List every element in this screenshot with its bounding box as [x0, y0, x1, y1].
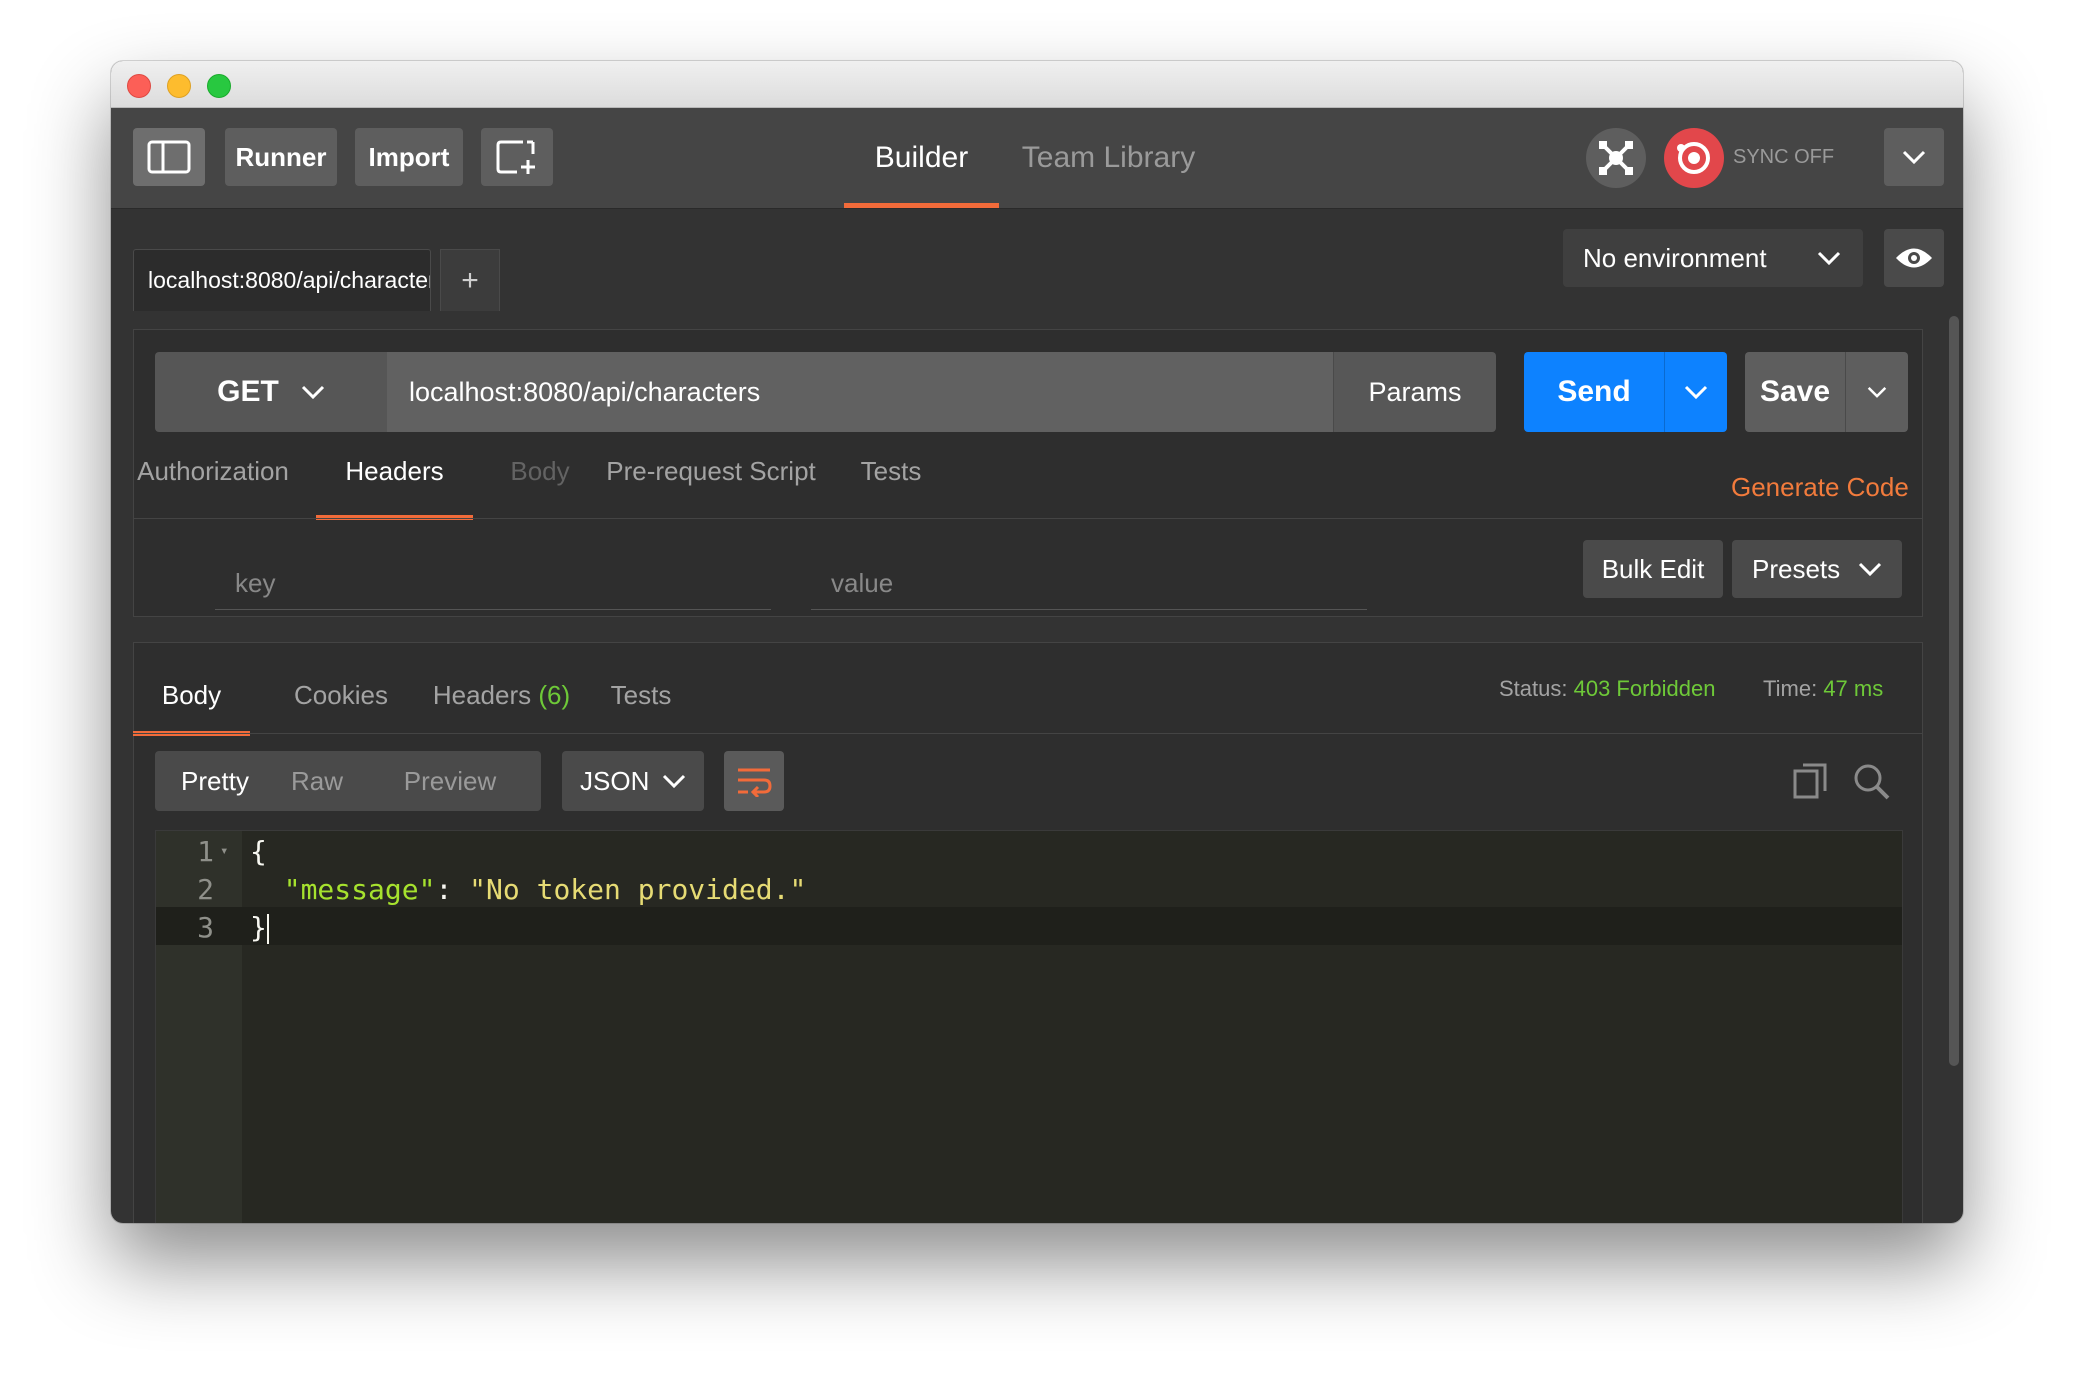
divider: [133, 518, 1923, 519]
tab-builder[interactable]: Builder: [844, 108, 999, 208]
view-mode-pretty[interactable]: Pretty: [155, 751, 275, 811]
header-value-input[interactable]: value: [811, 558, 1367, 610]
active-line-highlight: [156, 907, 1902, 945]
title-bar: [111, 61, 1963, 108]
code-line: }: [250, 911, 269, 944]
wrap-lines-button[interactable]: [724, 751, 784, 811]
save-options-button[interactable]: [1845, 352, 1908, 432]
satellite-icon: [1599, 141, 1633, 175]
response-body-editor[interactable]: 1 ▾ 2 3 { "message": "No token provided.…: [155, 830, 1903, 1223]
response-tab-body[interactable]: Body: [133, 680, 250, 736]
response-status: Status: 403 Forbidden: [1499, 676, 1716, 702]
json-brace: {: [250, 835, 267, 868]
new-window-button[interactable]: [481, 128, 553, 186]
sync-status-label: SYNC OFF: [1733, 146, 1835, 168]
wrap-lines-icon: [738, 768, 772, 797]
chevron-down-icon: [1684, 385, 1708, 399]
url-input[interactable]: localhost:8080/api/characters: [387, 352, 1333, 432]
json-separator: :: [435, 873, 470, 906]
format-select-value: JSON: [580, 765, 650, 796]
url-bar: GET localhost:8080/api/characters Params: [155, 352, 1503, 432]
line-number: 1: [197, 835, 214, 868]
copy-icon: [1793, 763, 1827, 799]
tab-tests[interactable]: Tests: [851, 456, 931, 512]
sync-ring-icon: [1677, 142, 1710, 174]
generate-code-link[interactable]: Generate Code: [1731, 472, 1909, 503]
search-icon: [1854, 764, 1890, 800]
send-options-button[interactable]: [1664, 352, 1727, 432]
tab-team-library[interactable]: Team Library: [1016, 108, 1201, 208]
runner-button[interactable]: Runner: [225, 128, 337, 186]
json-key: "message": [283, 873, 436, 906]
time-label: Time:: [1763, 676, 1818, 701]
headers-count-badge: (6): [538, 680, 571, 710]
main-toolbar: Runner Import Builder Team Library SYNC …: [111, 108, 1963, 209]
presets-label: Presets: [1752, 553, 1841, 584]
view-mode-raw[interactable]: Raw: [275, 751, 359, 811]
interceptor-button[interactable]: [1586, 128, 1646, 188]
format-select[interactable]: JSON: [562, 751, 704, 811]
chevron-down-icon: [301, 385, 324, 399]
bulk-edit-button[interactable]: Bulk Edit: [1583, 540, 1723, 598]
tab-pre-request-script[interactable]: Pre-request Script: [601, 456, 821, 512]
import-button[interactable]: Import: [355, 128, 463, 186]
add-tab-button[interactable]: +: [440, 249, 500, 311]
text-cursor: [266, 914, 269, 944]
environment-select-value: No environment: [1583, 242, 1767, 273]
chevron-down-icon: [1902, 150, 1926, 164]
line-number: 2: [197, 873, 214, 906]
tab-body[interactable]: Body: [505, 456, 575, 512]
copy-response-button[interactable]: [1791, 761, 1831, 806]
presets-dropdown[interactable]: Presets: [1732, 540, 1902, 598]
sidebar-toggle-button[interactable]: [133, 128, 205, 186]
tab-headers[interactable]: Headers: [316, 456, 473, 520]
params-button[interactable]: Params: [1333, 352, 1496, 432]
maximize-window-button[interactable]: [207, 74, 231, 98]
options-menu-button[interactable]: [1884, 128, 1944, 186]
status-value: 403 Forbidden: [1573, 676, 1716, 701]
code-line: {: [250, 835, 267, 868]
close-window-button[interactable]: [127, 74, 151, 98]
response-tab-headers-label: Headers: [432, 680, 532, 710]
chevron-down-icon: [1858, 562, 1882, 576]
line-number: 3: [197, 911, 214, 944]
method-select-value: GET: [217, 375, 279, 408]
save-button[interactable]: Save: [1745, 352, 1845, 432]
response-tab-cookies[interactable]: Cookies: [276, 680, 406, 730]
tab-authorization[interactable]: Authorization: [137, 456, 289, 512]
chevron-down-icon: [1817, 251, 1841, 265]
response-tab-headers[interactable]: Headers (6): [429, 680, 574, 730]
minimize-window-button[interactable]: [167, 74, 191, 98]
chevron-down-icon: [662, 774, 686, 788]
response-time: Time: 47 ms: [1763, 676, 1883, 702]
environment-select[interactable]: No environment: [1563, 229, 1863, 287]
vertical-scrollbar[interactable]: [1949, 316, 1959, 1066]
response-tab-tests[interactable]: Tests: [601, 680, 681, 730]
method-select[interactable]: GET: [155, 352, 387, 432]
postman-window: Runner Import Builder Team Library SYNC …: [111, 61, 1963, 1223]
fold-arrow-icon[interactable]: ▾: [220, 843, 228, 859]
view-mode-segmented-control: Pretty Raw Preview: [155, 751, 541, 811]
time-value: 47 ms: [1823, 676, 1884, 701]
sidebar-panel-icon: [147, 140, 191, 174]
json-brace: }: [250, 911, 267, 944]
sync-button[interactable]: [1664, 128, 1724, 188]
send-button[interactable]: Send: [1524, 352, 1664, 432]
view-mode-preview[interactable]: Preview: [359, 751, 541, 811]
code-line: "message": "No token provided.": [250, 873, 807, 906]
status-label: Status:: [1499, 676, 1568, 701]
new-window-plus-icon: [496, 140, 535, 174]
json-string-value: "No token provided.": [469, 873, 807, 906]
request-tab[interactable]: localhost:8080/api/characters: [133, 249, 431, 311]
chevron-down-icon: [1867, 386, 1887, 398]
header-key-input[interactable]: key: [215, 558, 771, 610]
environment-quick-look-button[interactable]: [1884, 229, 1944, 287]
eye-icon: [1896, 248, 1932, 268]
divider: [133, 733, 1923, 734]
search-response-button[interactable]: [1851, 761, 1891, 806]
